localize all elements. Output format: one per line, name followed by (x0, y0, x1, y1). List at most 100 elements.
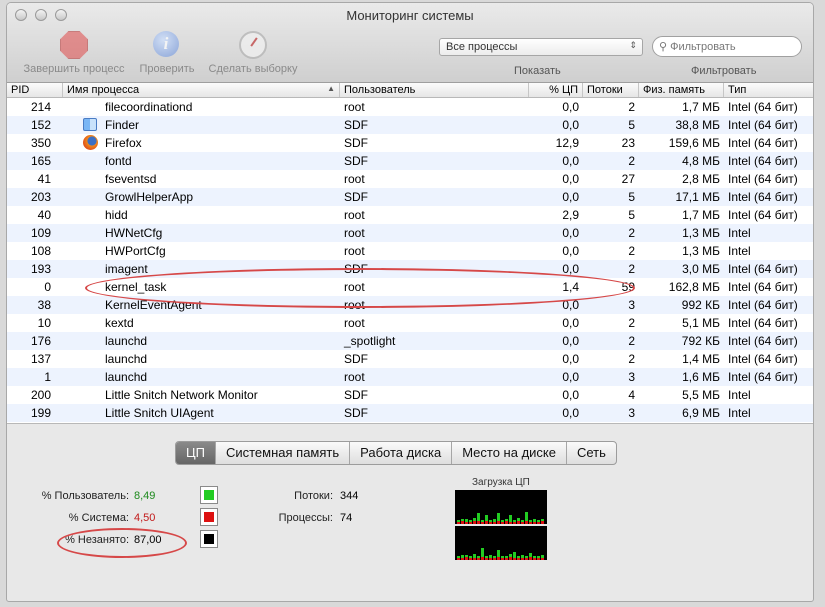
pid-cell: 38 (37, 298, 51, 312)
info-icon: i (153, 31, 179, 57)
user-cell: SDF (344, 118, 368, 132)
type-cell: Intel (64 бит) (728, 118, 798, 132)
cpu-history-bar-user (537, 520, 540, 522)
table-row[interactable]: 176 launchd _spotlight 0,0 2 792 КБ Intel (64 … (7, 332, 813, 350)
cpu-history-bar-system (477, 558, 480, 560)
table-row[interactable]: 214 filecoordinationd root 0,0 2 1,7 МБ Intel … (7, 98, 813, 116)
cpu-cell: 0,0 (562, 352, 579, 366)
sample-process-button[interactable]: Сделать выборку (203, 31, 303, 75)
cpu-history-bar-system (465, 557, 468, 560)
tab-1[interactable]: Системная память (216, 442, 351, 464)
column-header-type[interactable]: Тип (724, 83, 813, 97)
table-row[interactable]: 0 kernel_task root 1,4 59 162,8 МБ Intel (64 б… (7, 278, 813, 296)
table-row[interactable]: 203 GrowlHelperApp SDF 0,0 5 17,1 МБ Intel (64… (7, 188, 813, 206)
cpu-history-bar-user (473, 554, 476, 558)
show-processes-select[interactable]: Все процессы ⇕ (439, 38, 643, 56)
firefox-icon (83, 135, 98, 150)
table-row[interactable]: 10 kextd root 0,0 2 5,1 МБ Intel (64 бит) (7, 314, 813, 332)
cpu-history-bar-user (517, 518, 520, 521)
user-cell: _spotlight (344, 334, 396, 348)
cpu-history-bar-system (521, 558, 524, 560)
threads-cell: 2 (628, 226, 635, 240)
column-header-memory[interactable]: Физ. память (639, 83, 724, 97)
empty-row (7, 422, 813, 423)
tab-3[interactable]: Место на диске (452, 442, 567, 464)
cpu-history-bar-system (505, 521, 508, 524)
threads-cell: 4 (628, 388, 635, 402)
cpu-history-bar-system (505, 558, 508, 560)
cpu-history-bar-system (457, 558, 460, 560)
memory-cell: 1,4 МБ (682, 352, 720, 366)
idle-highlight-ellipse (57, 528, 187, 558)
threads-cell: 2 (628, 334, 635, 348)
threads-cell: 2 (628, 244, 635, 258)
table-row[interactable]: 199 Little Snitch UIAgent SDF 0,0 3 6,9 МБ Int… (7, 404, 813, 422)
cpu-history-bar-system (541, 558, 544, 560)
cpu-history-bar-system (509, 557, 512, 560)
tab-2[interactable]: Работа диска (350, 442, 453, 464)
app-icon-empty (83, 99, 103, 115)
process-name-cell: filecoordinationd (63, 99, 340, 115)
cpu-history-bar-user (521, 555, 524, 558)
cpu-cell: 0,0 (562, 190, 579, 204)
type-cell: Intel (64 бит) (728, 316, 798, 330)
pid-cell: 137 (30, 352, 51, 366)
user-cell: SDF (344, 262, 368, 276)
table-row[interactable]: 193 imagent SDF 0,0 2 3,0 МБ Intel (64 бит) (7, 260, 813, 278)
column-header-user[interactable]: Пользователь (340, 83, 529, 97)
process-name: kernel_task (105, 280, 167, 294)
process-name-cell: launchd (63, 369, 340, 385)
table-row[interactable]: 152 Finder SDF 0,0 5 38,8 МБ Intel (64 бит) (7, 116, 813, 134)
inspect-button[interactable]: i Проверить (135, 31, 199, 75)
filter-search-field[interactable]: ⚲ Фильтровать (652, 36, 802, 57)
system-color-swatch[interactable] (200, 508, 218, 526)
table-row[interactable]: 40 hidd root 2,9 5 1,7 МБ Intel (64 бит) (7, 206, 813, 224)
tab-0[interactable]: ЦП (176, 442, 216, 464)
cpu-history-bar-system (525, 558, 528, 560)
cpu-history-bar-user (533, 556, 536, 558)
threads-cell: 2 (628, 100, 635, 114)
cpu-history-bar-user (473, 518, 476, 521)
table-row[interactable]: 200 Little Snitch Network Monitor SDF 0,0 4 5… (7, 386, 813, 404)
system-percent-value: 4,50 (134, 512, 156, 524)
cpu-cell: 0,0 (562, 262, 579, 276)
table-row[interactable]: 38 KernelEventAgent root 0,0 3 992 КБ Intel (6… (7, 296, 813, 314)
app-icon-empty (83, 171, 103, 187)
table-body: 214 filecoordinationd root 0,0 2 1,7 МБ Intel … (7, 98, 813, 423)
threads-cell: 3 (628, 298, 635, 312)
table-row[interactable]: 165 fontd SDF 0,0 2 4,8 МБ Intel (64 бит) (7, 152, 813, 170)
user-cell: SDF (344, 190, 368, 204)
process-name: HWPortCfg (105, 244, 166, 258)
app-icon-empty (83, 189, 103, 205)
cpu-history-bar-system (525, 521, 528, 524)
process-name-cell: KernelEventAgent (63, 297, 340, 313)
user-color-swatch[interactable] (200, 486, 218, 504)
table-row[interactable]: 108 HWPortCfg root 0,0 2 1,3 МБ Intel (7, 242, 813, 260)
cpu-cell: 0,0 (562, 406, 579, 420)
process-name: launchd (105, 352, 148, 366)
cpu-history-bar-system (513, 522, 516, 524)
quit-process-button[interactable]: Завершить процесс (19, 31, 129, 75)
column-header-name[interactable]: Имя процесса ▲ (63, 83, 340, 97)
cpu-history-bar-system (465, 522, 468, 524)
app-icon-empty (83, 369, 103, 385)
table-row[interactable]: 137 launchd SDF 0,0 2 1,4 МБ Intel (64 бит) (7, 350, 813, 368)
cpu-history-bar-user (513, 520, 516, 522)
tab-4[interactable]: Сеть (567, 442, 616, 464)
cpu-history-bar-system (493, 522, 496, 524)
table-row[interactable]: 109 HWNetCfg root 0,0 2 1,3 МБ Intel (7, 224, 813, 242)
search-placeholder: Фильтровать (670, 41, 736, 53)
table-row[interactable]: 350 Firefox SDF 12,9 23 159,6 МБ Intel (64 бит… (7, 134, 813, 152)
cpu-history-bar-user (537, 556, 540, 558)
cpu-history-bar-user (513, 552, 516, 558)
column-header-pid[interactable]: PID (7, 83, 63, 97)
table-row[interactable]: 41 fseventsd root 0,0 27 2,8 МБ Intel (64 бит) (7, 170, 813, 188)
threads-cell: 5 (628, 190, 635, 204)
column-header-cpu[interactable]: % ЦП (529, 83, 583, 97)
app-icon-empty (83, 405, 103, 421)
idle-color-swatch[interactable] (200, 530, 218, 548)
column-header-threads[interactable]: Потоки (583, 83, 639, 97)
memory-cell: 4,8 МБ (682, 154, 720, 168)
type-cell: Intel (728, 226, 751, 240)
table-row[interactable]: 1 launchd root 0,0 3 1,6 МБ Intel (64 бит) (7, 368, 813, 386)
